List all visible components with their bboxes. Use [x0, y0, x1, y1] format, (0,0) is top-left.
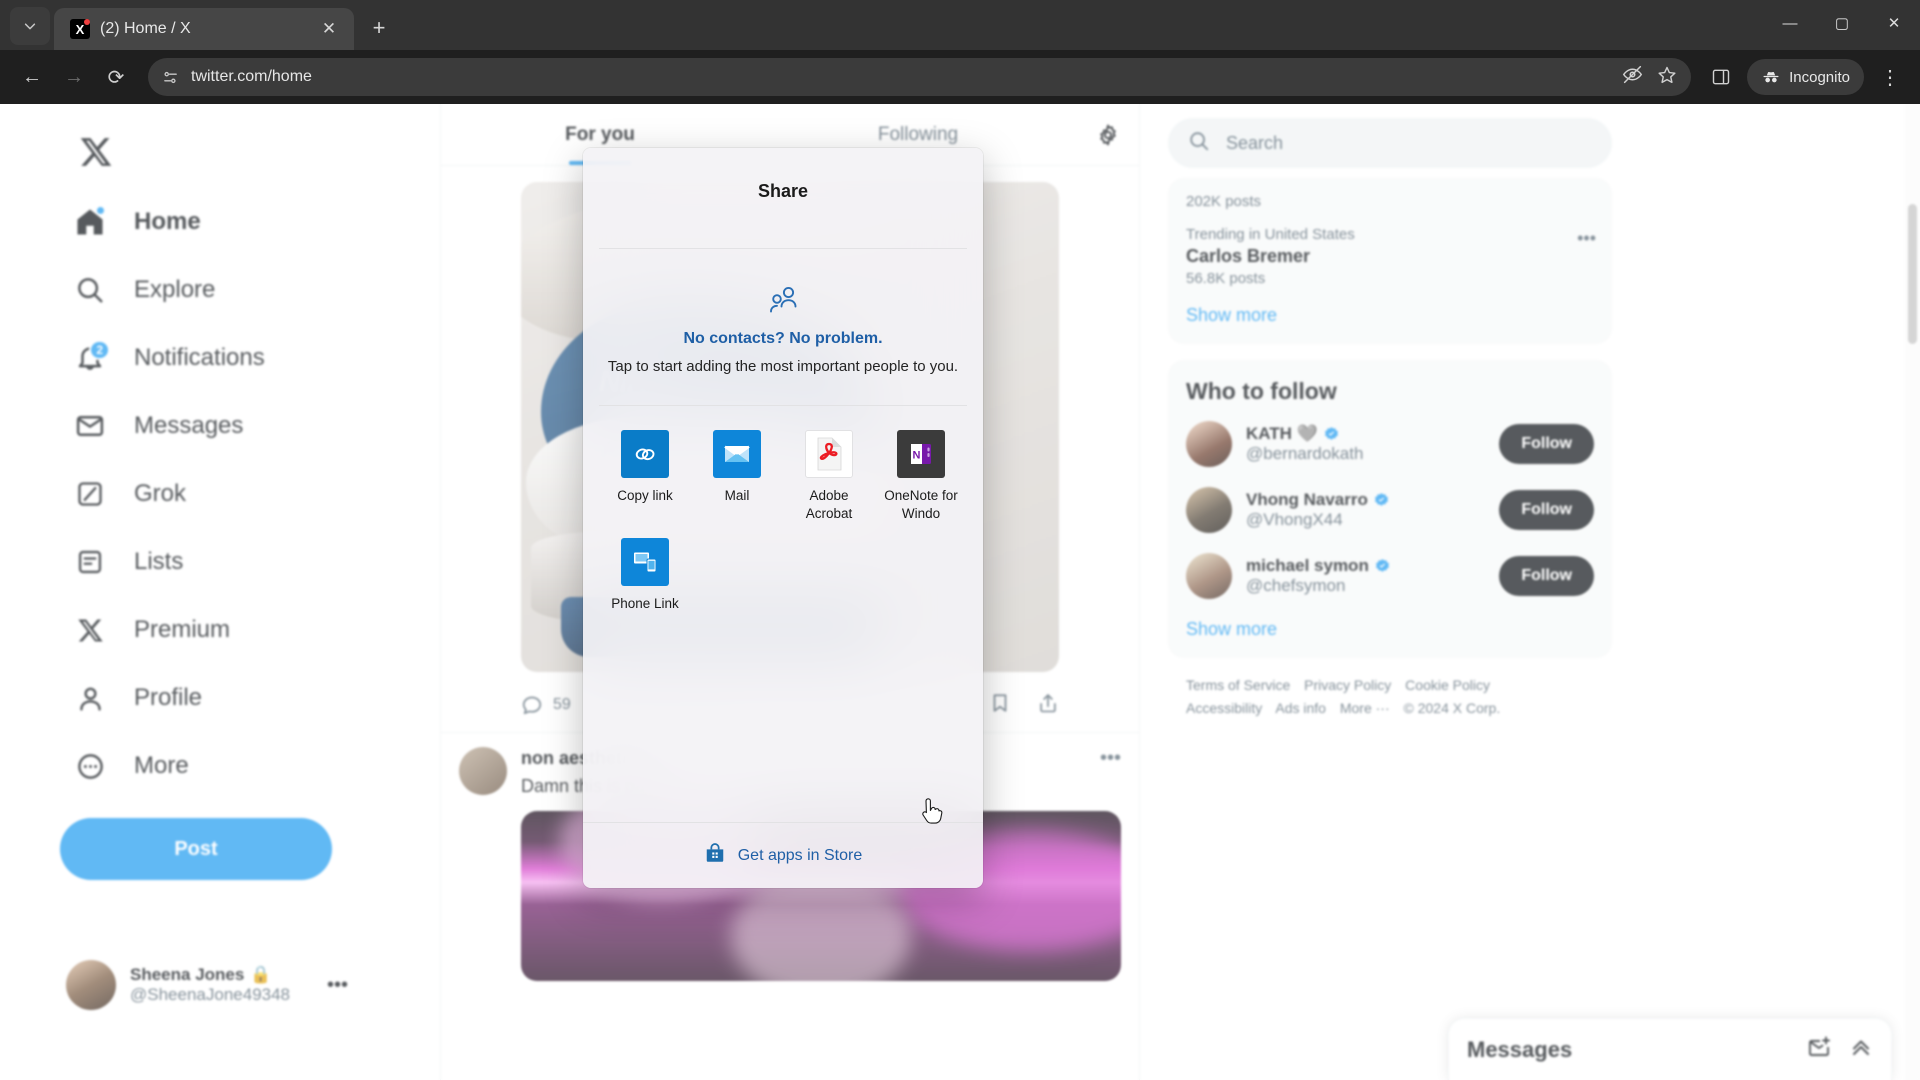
- tab-title: (2) Home / X: [100, 20, 191, 37]
- new-tab-button[interactable]: +: [362, 11, 396, 45]
- back-button[interactable]: ←: [14, 59, 50, 95]
- browser-window: X (2) Home / X ✕ + — ▢ ✕ ← → ⟳ twitter.c…: [0, 0, 1920, 1080]
- url-text: twitter.com/home: [191, 68, 312, 85]
- phone-link-icon: [621, 538, 669, 587]
- tab-strip: X (2) Home / X ✕ + — ▢ ✕: [0, 0, 1920, 50]
- close-tab-icon[interactable]: ✕: [316, 16, 342, 42]
- browser-tab[interactable]: X (2) Home / X ✕: [54, 8, 354, 50]
- reload-button[interactable]: ⟳: [98, 59, 134, 95]
- web-page: Home Explore 2 Notifications Messages Gr…: [0, 104, 1920, 1080]
- share-target-adobe-acrobat[interactable]: Adobe Acrobat: [795, 430, 863, 522]
- share-dialog-title: Share: [757, 180, 809, 201]
- share-target-label: Phone Link: [611, 596, 679, 612]
- x-favicon: X: [70, 19, 90, 39]
- hide-password-icon[interactable]: [1622, 64, 1643, 90]
- mouse-cursor: [922, 798, 943, 824]
- toolbar-right: Incognito ⋮: [1705, 59, 1906, 95]
- share-target-mail[interactable]: Mail: [703, 430, 771, 522]
- browser-toolbar: ← → ⟳ twitter.com/home Incognito ⋮: [0, 50, 1920, 104]
- share-target-label: OneNote for Windo: [884, 488, 958, 521]
- address-bar[interactable]: twitter.com/home: [148, 58, 1692, 96]
- people-icon: [766, 285, 800, 320]
- bookmark-star-icon[interactable]: [1657, 65, 1677, 90]
- get-apps-label: Get apps in Store: [737, 846, 863, 864]
- contacts-empty-state[interactable]: No contacts? No problem. Tap to start ad…: [583, 249, 983, 405]
- window-controls: — ▢ ✕: [1764, 0, 1920, 46]
- share-target-onenote[interactable]: N OneNote for Windo: [884, 430, 958, 522]
- incognito-label: Incognito: [1789, 68, 1850, 86]
- mail-icon: [713, 430, 761, 478]
- share-target-label: Copy link: [617, 488, 673, 503]
- contacts-subtext: Tap to start adding the most important p…: [607, 358, 959, 375]
- favicon-notification-dot: [84, 19, 90, 25]
- maximize-button[interactable]: ▢: [1816, 0, 1868, 46]
- split-view-icon[interactable]: [1705, 61, 1737, 93]
- share-target-copy-link[interactable]: Copy link: [611, 430, 679, 522]
- windows-share-dialog: Share No contacts? No problem. Tap to st…: [583, 148, 983, 888]
- link-icon: [621, 430, 669, 478]
- forward-button[interactable]: →: [56, 59, 92, 95]
- favicon-letter: X: [75, 21, 85, 37]
- share-target-label: Adobe Acrobat: [805, 488, 853, 521]
- incognito-indicator[interactable]: Incognito: [1747, 59, 1864, 95]
- minimize-button[interactable]: —: [1764, 0, 1816, 46]
- onenote-icon: N: [897, 430, 945, 478]
- share-target-label: Mail: [724, 488, 750, 503]
- store-icon: [704, 842, 726, 869]
- contacts-headline[interactable]: No contacts? No problem.: [683, 330, 882, 348]
- share-app-grid: Copy link Mail Adobe Acrobat N OneNote f…: [583, 406, 983, 637]
- svg-text:N: N: [913, 450, 921, 462]
- adobe-acrobat-icon: [805, 430, 853, 478]
- site-settings-icon[interactable]: [162, 69, 179, 86]
- tab-search-button[interactable]: [10, 7, 50, 45]
- close-window-button[interactable]: ✕: [1868, 0, 1920, 46]
- share-target-phone-link[interactable]: Phone Link: [611, 538, 679, 613]
- browser-menu-icon[interactable]: ⋮: [1874, 59, 1906, 95]
